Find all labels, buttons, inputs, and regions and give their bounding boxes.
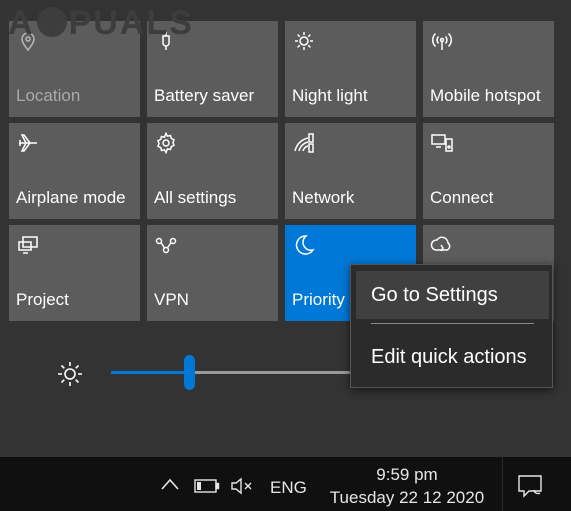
tile-vpn[interactable]: VPN <box>147 225 278 321</box>
vpn-icon <box>154 233 178 257</box>
logo-text-right: PUALS <box>68 4 194 42</box>
taskbar: ENG 9:59 pm Tuesday 22 12 2020 <box>0 457 571 511</box>
tile-label: Network <box>292 188 355 207</box>
tile-label: Priority <box>292 290 345 309</box>
brightness-slider-thumb[interactable] <box>184 355 195 390</box>
tile-label: Airplane mode <box>16 188 126 207</box>
tile-label: Night light <box>292 86 368 105</box>
volume-muted-icon[interactable] <box>230 476 254 496</box>
tile-connect[interactable]: Connect <box>423 123 554 219</box>
clock[interactable]: 9:59 pm Tuesday 22 12 2020 <box>326 463 488 509</box>
tile-label: Mobile hotspot <box>430 86 541 105</box>
moon-icon <box>292 233 316 257</box>
tile-label: All settings <box>154 188 237 207</box>
logo-mascot-icon <box>36 7 67 37</box>
clock-time: 9:59 pm <box>376 465 438 484</box>
appuals-logo: A PUALS <box>8 4 194 43</box>
tile-all-settings[interactable]: All settings <box>147 123 278 219</box>
mobile-hotspot-icon <box>430 29 454 53</box>
brightness-slider-fill <box>111 371 189 374</box>
action-center-button[interactable] <box>502 457 571 511</box>
tile-label: Battery saver <box>154 86 255 105</box>
network-icon <box>292 131 316 155</box>
action-center-icon <box>517 473 543 499</box>
context-menu: Go to Settings Edit quick actions <box>350 264 553 388</box>
brightness-slider[interactable] <box>111 355 371 390</box>
tile-network[interactable]: Network <box>285 123 416 219</box>
tile-label: Location <box>16 86 81 105</box>
tile-mobile-hotspot[interactable]: Mobile hotspot <box>423 21 554 117</box>
battery-icon[interactable] <box>194 479 220 493</box>
menu-item-go-to-settings[interactable]: Go to Settings <box>356 271 549 319</box>
menu-item-edit-quick-actions[interactable]: Edit quick actions <box>356 333 549 381</box>
focus-assist-icon <box>430 233 454 257</box>
brightness-icon <box>56 360 84 388</box>
gear-icon <box>154 131 178 155</box>
tile-label: Connect <box>430 188 494 207</box>
night-light-icon <box>292 29 316 53</box>
clock-date: Tuesday 22 12 2020 <box>329 488 485 507</box>
connect-icon <box>430 131 454 155</box>
tile-label: Project <box>16 290 69 309</box>
tile-night-light[interactable]: Night light <box>285 21 416 117</box>
language-indicator[interactable]: ENG <box>270 478 307 498</box>
airplane-icon <box>16 131 40 155</box>
tile-label: VPN <box>154 290 189 309</box>
logo-text-left: A <box>8 4 35 42</box>
menu-separator <box>371 323 534 324</box>
chevron-up-icon[interactable] <box>160 477 180 491</box>
project-icon <box>16 233 40 257</box>
tile-airplane-mode[interactable]: Airplane mode <box>9 123 140 219</box>
tile-project[interactable]: Project <box>9 225 140 321</box>
action-center-panel: Location Battery saver Night light Mobil… <box>0 0 571 457</box>
